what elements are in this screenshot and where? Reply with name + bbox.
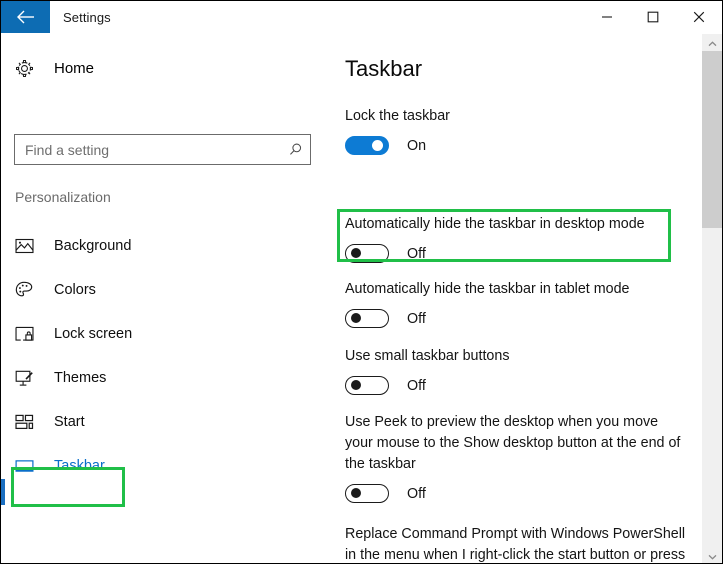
minimize-button[interactable] [584,1,630,33]
sidebar-item-colors[interactable]: Colors [1,268,331,312]
lock-screen-icon [15,326,41,342]
setting-label: Use Peek to preview the desktop when you… [345,414,681,472]
sidebar: Home Personalization [1,34,331,563]
search-box[interactable] [14,134,311,165]
setting-label: Use small taskbar buttons [345,348,510,364]
settings-window: Settings Home Find a setting Personaliza… [0,0,723,564]
setting-label: Lock the taskbar [345,108,450,124]
close-button[interactable] [676,1,722,33]
sidebar-item-label: Themes [54,370,107,386]
sidebar-item-label: Lock screen [54,326,133,342]
setting-replace-cmd: Replace Command Prompt with Windows Powe… [345,524,689,563]
title-bar: Settings [1,1,722,34]
selected-item-accent-bar [1,479,5,505]
themes-brush-icon [15,370,41,387]
back-button[interactable] [1,1,50,33]
toggle-knob [351,313,361,323]
setting-lock-taskbar: Lock the taskbar On [345,106,689,155]
chevron-up-icon [708,34,717,52]
sidebar-item-start[interactable]: Start [1,400,331,444]
toggle-row: Off [345,484,689,503]
toggle-row: Off [345,376,689,395]
palette-icon [15,281,41,299]
back-arrow-icon [16,10,36,24]
scroll-down-button[interactable] [702,547,722,564]
setting-autohide-desktop: Automatically hide the taskbar in deskto… [345,214,689,263]
toggle-state-label: Off [407,377,426,394]
scroll-up-button[interactable] [702,34,722,52]
toggle-state-label: Off [407,245,426,262]
toggle-state-label: Off [407,485,426,502]
setting-autohide-tablet: Automatically hide the taskbar in tablet… [345,279,689,328]
maximize-icon [647,11,659,23]
vertical-scrollbar[interactable] [701,34,722,564]
sidebar-item-lock-screen[interactable]: Lock screen [1,312,331,356]
page-title: Taskbar [345,56,423,81]
chevron-down-icon [708,547,717,564]
maximize-button[interactable] [630,1,676,33]
sidebar-category-label: Personalization [15,189,111,205]
toggle-row: On [345,136,689,155]
start-tiles-icon [15,414,41,430]
setting-label: Replace Command Prompt with Windows Powe… [345,526,686,563]
sidebar-home-label: Home [54,59,95,77]
minimize-icon [601,11,613,23]
sidebar-item-label: Taskbar [54,458,105,474]
toggle-row: Off [345,244,689,263]
sidebar-nav-list: Background Colors Lock screen Themes Sta… [1,224,331,488]
toggle-knob [351,248,361,258]
setting-label: Automatically hide the taskbar in tablet… [345,281,630,297]
app-title: Settings [63,10,111,25]
toggle-state-label: Off [407,310,426,327]
window-controls [584,1,722,34]
sidebar-item-label: Start [54,414,85,430]
search-input[interactable] [15,135,280,164]
close-icon [693,11,705,23]
main-content: Taskbar Lock the taskbar On Automaticall… [331,34,701,563]
sidebar-item-background[interactable]: Background [1,224,331,268]
search-icon[interactable] [280,142,310,157]
toggle-row: Off [345,309,689,328]
sidebar-item-label: Background [54,238,132,254]
setting-use-peek: Use Peek to preview the desktop when you… [345,412,689,503]
taskbar-icon [15,459,41,473]
autohide-desktop-toggle[interactable] [345,244,389,263]
setting-small-buttons: Use small taskbar buttons Off [345,346,689,395]
setting-label: Automatically hide the taskbar in deskto… [345,216,645,232]
toggle-knob [351,380,361,390]
gear-icon [15,59,41,78]
use-peek-toggle[interactable] [345,484,389,503]
sidebar-item-taskbar[interactable]: Taskbar [1,444,331,488]
small-buttons-toggle[interactable] [345,376,389,395]
lock-taskbar-toggle[interactable] [345,136,389,155]
toggle-knob [372,140,383,151]
autohide-tablet-toggle[interactable] [345,309,389,328]
image-icon [15,238,41,254]
scrollbar-thumb[interactable] [702,51,722,228]
toggle-state-label: On [407,137,427,154]
sidebar-item-themes[interactable]: Themes [1,356,331,400]
sidebar-item-home[interactable]: Home [15,54,94,82]
toggle-knob [351,488,361,498]
sidebar-item-label: Colors [54,282,96,298]
